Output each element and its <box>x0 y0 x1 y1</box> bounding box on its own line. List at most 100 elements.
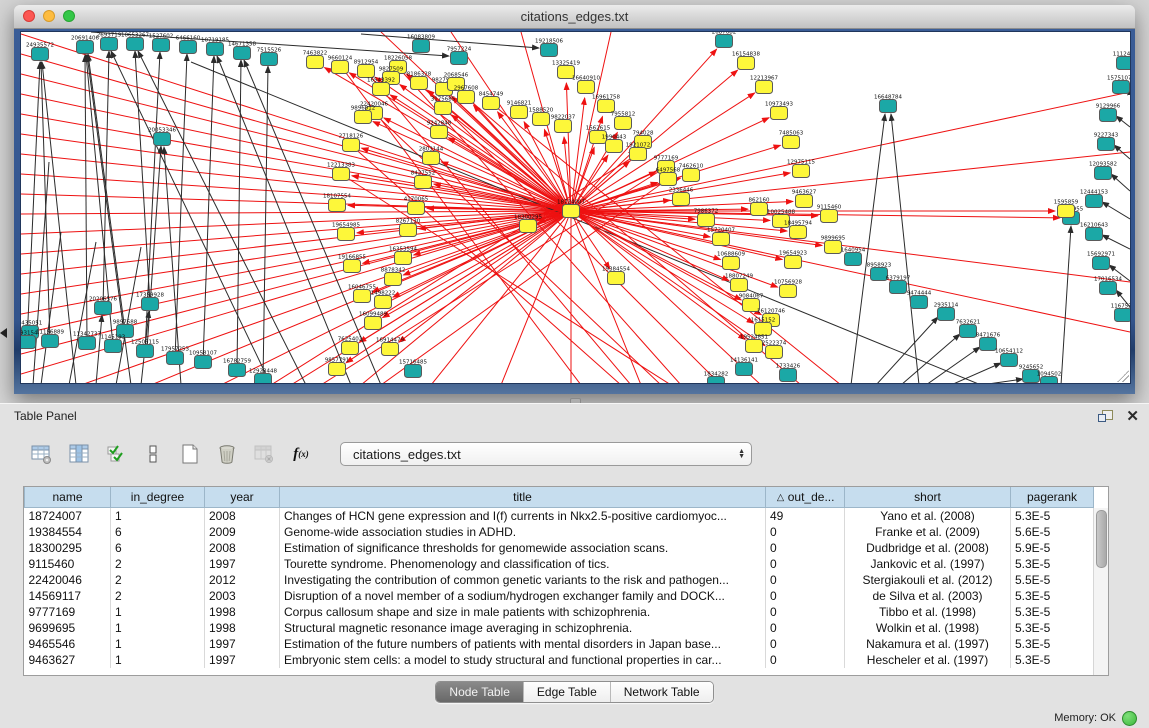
row-height-icon[interactable] <box>141 442 165 466</box>
create-table-icon[interactable] <box>178 442 202 466</box>
graph-node[interactable] <box>329 199 346 212</box>
graph-node[interactable] <box>845 253 862 266</box>
graph-edge[interactable] <box>111 51 271 383</box>
graph-node[interactable] <box>307 56 324 69</box>
graph-node[interactable] <box>458 91 475 104</box>
graph-node[interactable] <box>32 48 49 61</box>
graph-node[interactable] <box>520 220 537 233</box>
graph-node[interactable] <box>630 148 647 161</box>
graph-node[interactable] <box>234 47 251 60</box>
graph-node[interactable] <box>825 241 842 254</box>
graph-edge[interactable] <box>27 62 40 342</box>
graph-node[interactable] <box>207 43 224 56</box>
graph-node[interactable] <box>105 340 122 353</box>
graph-node[interactable] <box>153 39 170 52</box>
graph-node[interactable] <box>423 152 440 165</box>
graph-node[interactable] <box>1117 57 1131 70</box>
graph-node[interactable] <box>821 210 838 223</box>
graph-node[interactable] <box>980 338 997 351</box>
graph-node[interactable] <box>1058 205 1075 218</box>
citation-network-graph[interactable]: 1872400724935572206914062693719106532671… <box>21 32 1130 383</box>
graph-node[interactable] <box>1001 354 1018 367</box>
graph-node[interactable] <box>21 336 36 349</box>
graph-node[interactable] <box>408 202 425 215</box>
graph-node[interactable] <box>154 133 171 146</box>
graph-node[interactable] <box>713 233 730 246</box>
graph-node[interactable] <box>95 302 112 315</box>
graph-node[interactable] <box>355 111 372 124</box>
graph-node[interactable] <box>344 260 361 273</box>
table-select-dropdown[interactable]: citations_edges.txt ▲▼ <box>340 442 752 466</box>
graph-node[interactable] <box>1093 257 1110 270</box>
graph-node[interactable] <box>101 38 118 51</box>
graph-edge[interactable] <box>21 54 571 211</box>
graph-node[interactable] <box>756 81 773 94</box>
graph-node[interactable] <box>683 169 700 182</box>
graph-node[interactable] <box>1098 138 1115 151</box>
graph-node[interactable] <box>1086 228 1103 241</box>
window-titlebar[interactable]: citations_edges.txt <box>14 5 1135 29</box>
graph-node[interactable] <box>77 41 94 54</box>
close-panel-icon[interactable]: ✕ <box>1126 410 1139 423</box>
graph-edge[interactable] <box>1116 116 1130 127</box>
graph-edge[interactable] <box>981 379 1023 383</box>
graph-node[interactable] <box>960 325 977 338</box>
graph-node[interactable] <box>137 345 154 358</box>
table-row[interactable]: 1830029562008Estimation of significance … <box>25 540 1094 556</box>
graph-edge[interactable] <box>1111 174 1130 191</box>
column-header-year[interactable]: year <box>205 487 280 508</box>
function-builder-icon[interactable]: f(x) <box>289 442 313 466</box>
graph-node[interactable] <box>255 374 272 384</box>
graph-node[interactable] <box>790 226 807 239</box>
graph-node[interactable] <box>766 346 783 359</box>
graph-node[interactable] <box>261 53 278 66</box>
graph-node[interactable] <box>938 308 955 321</box>
graph-edge[interactable] <box>431 211 571 383</box>
graph-edge[interactable] <box>926 347 980 383</box>
graph-node[interactable] <box>343 139 360 152</box>
graph-node[interactable] <box>342 342 359 355</box>
graph-node[interactable] <box>1100 282 1117 295</box>
graph-node[interactable] <box>167 352 184 365</box>
table-row[interactable]: 969969511998Structural magnetic resonanc… <box>25 620 1094 636</box>
graph-node[interactable] <box>415 176 432 189</box>
graph-node[interactable] <box>736 363 753 376</box>
graph-edge[interactable] <box>138 51 306 383</box>
graph-node[interactable] <box>793 165 810 178</box>
graph-node[interactable] <box>746 340 763 353</box>
graph-node[interactable] <box>716 35 733 48</box>
graph-node[interactable] <box>1086 195 1103 208</box>
graph-node[interactable] <box>333 168 350 181</box>
graph-node[interactable] <box>435 102 452 115</box>
table-row[interactable]: 2242004622012Investigating the contribut… <box>25 572 1094 588</box>
graph-node[interactable] <box>608 272 625 285</box>
graph-node[interactable] <box>195 356 212 369</box>
float-panel-icon[interactable] <box>1098 410 1112 423</box>
select-columns-icon[interactable] <box>104 442 128 466</box>
graph-node[interactable] <box>1100 109 1117 122</box>
graph-node[interactable] <box>555 120 572 133</box>
graph-node[interactable] <box>431 126 448 139</box>
graph-node[interactable] <box>79 337 96 350</box>
table-row[interactable]: 911546021997Tourette syndrome. Phenomeno… <box>25 556 1094 572</box>
close-window-button[interactable] <box>23 10 35 22</box>
graph-node[interactable] <box>1115 309 1131 322</box>
graph-node[interactable] <box>405 365 422 378</box>
tab-node-table[interactable]: Node Table <box>436 682 524 702</box>
graph-edge[interactable] <box>69 242 96 383</box>
graph-node[interactable] <box>738 57 755 70</box>
graph-node[interactable] <box>880 100 897 113</box>
graph-edge[interactable] <box>1102 202 1130 219</box>
memory-status-indicator[interactable] <box>1122 711 1137 726</box>
graph-node[interactable] <box>42 335 59 348</box>
graph-node[interactable] <box>785 256 802 269</box>
graph-node[interactable] <box>338 228 355 241</box>
graph-node[interactable] <box>332 61 349 74</box>
graph-node[interactable] <box>365 317 382 330</box>
column-header-out_de[interactable]: △out_de... <box>766 487 845 508</box>
graph-node[interactable] <box>541 44 558 57</box>
graph-node[interactable] <box>606 140 623 153</box>
graph-node[interactable] <box>796 195 813 208</box>
graph-node[interactable] <box>533 113 550 126</box>
column-settings-icon[interactable] <box>30 442 54 466</box>
